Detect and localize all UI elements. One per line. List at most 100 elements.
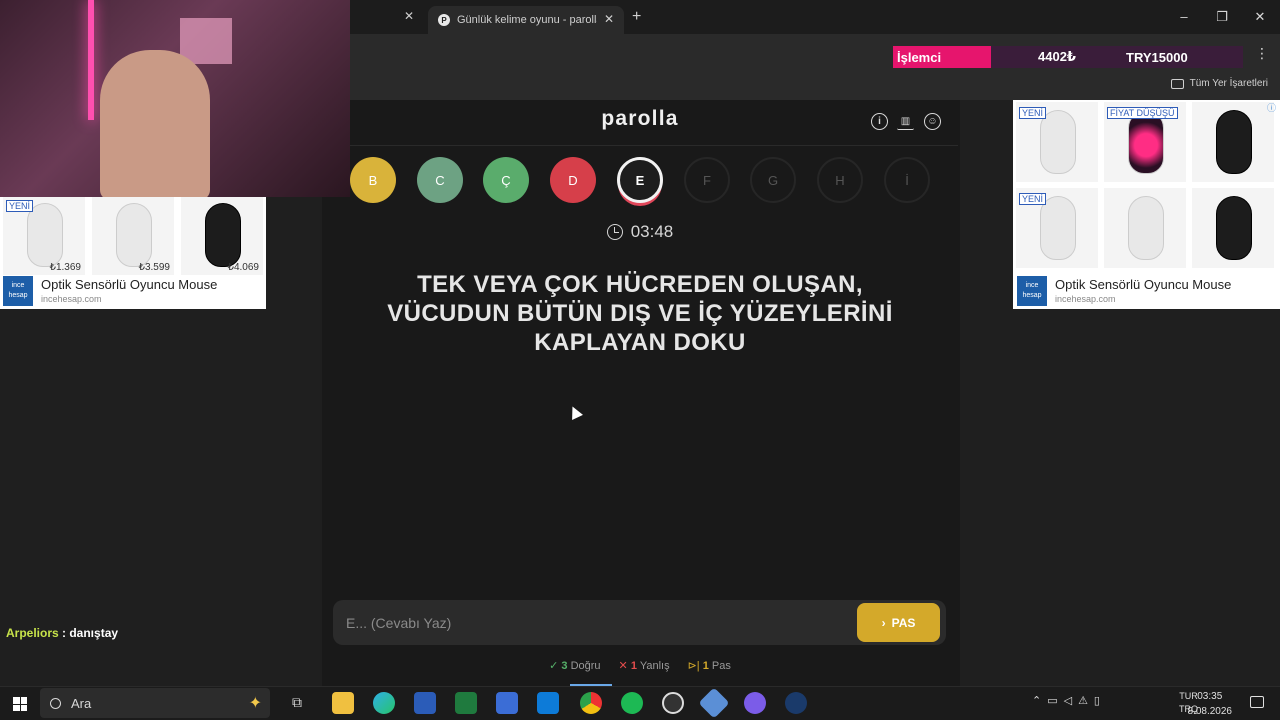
letter-1: B xyxy=(350,157,396,203)
ad-product[interactable]: YENİ ₺1.369 xyxy=(3,195,85,275)
banner-label: İşlemci xyxy=(897,49,942,65)
chevron-right-icon: › xyxy=(881,615,886,630)
parolla-favicon-icon: P xyxy=(438,14,450,26)
timer-value: 03:48 xyxy=(630,222,674,241)
ad-product[interactable]: ₺3.599 xyxy=(92,195,174,275)
maximize-icon[interactable]: ❐ xyxy=(1212,9,1232,25)
task-view-icon[interactable]: ⧉ xyxy=(292,694,302,711)
banner-price-2: TRY15000 xyxy=(1126,49,1188,65)
letter-7: G xyxy=(750,157,796,203)
chat-user: Arpeliors xyxy=(6,626,59,640)
mouse-image-icon xyxy=(1216,196,1252,260)
ad-title[interactable]: Optik Sensörlü Oyuncu Mouse xyxy=(41,277,217,292)
chat-text: : danıştay xyxy=(58,626,119,640)
header-divider xyxy=(322,145,958,146)
clock-icon xyxy=(606,224,623,240)
check-icon: ✓ xyxy=(549,660,559,672)
store-icon[interactable] xyxy=(537,692,559,714)
score-stats: ✓ 3 Doğru ✕ 1 Yanlış ⊳| 1 Pas xyxy=(322,659,958,672)
minimize-icon[interactable]: – xyxy=(1174,9,1194,24)
word-icon[interactable] xyxy=(414,692,436,714)
mouse-image-icon xyxy=(1040,110,1076,174)
correct-count: 3 xyxy=(561,660,568,672)
mouse-image-icon xyxy=(205,203,241,267)
steam-icon[interactable] xyxy=(785,692,807,714)
calculator-icon[interactable] xyxy=(496,692,518,714)
sparkle-icon: ✦ xyxy=(248,695,262,712)
mouse-image-icon xyxy=(1216,110,1252,174)
ad-product[interactable] xyxy=(1104,188,1186,268)
game-title: parolla xyxy=(601,107,679,130)
search-icon xyxy=(50,697,61,709)
info-icon[interactable]: i xyxy=(871,113,888,130)
ad-product[interactable]: YENİ xyxy=(1016,102,1098,182)
letter-4: D xyxy=(550,157,596,203)
price-banner[interactable]: İşlemci 4402₺ TRY15000 xyxy=(893,46,1243,68)
wrong-label: Yanlış xyxy=(639,660,670,672)
profile-icon[interactable]: ☺ xyxy=(924,113,941,130)
discord-icon[interactable] xyxy=(744,692,766,714)
active-app-indicator xyxy=(570,684,612,686)
stats-chart-icon[interactable]: ▥ xyxy=(897,113,914,130)
ad-product[interactable] xyxy=(1192,102,1274,182)
new-tab-icon[interactable]: + xyxy=(632,8,641,26)
stat-correct: ✓ 3 Doğru xyxy=(549,659,600,672)
wrong-count: 1 xyxy=(630,660,637,672)
neon-light xyxy=(88,0,94,120)
close-tab-icon[interactable]: ✕ xyxy=(604,12,614,26)
taskbar-clock[interactable]: 03:35 8.08.2026 xyxy=(1188,689,1233,719)
stat-wrong: ✕ 1 Yanlış xyxy=(619,659,670,672)
edge-icon[interactable] xyxy=(373,692,395,714)
ad-badge: YENİ xyxy=(6,200,34,212)
all-bookmarks[interactable]: Tüm Yer İşaretleri xyxy=(1170,78,1268,89)
pas-button[interactable]: › PAS xyxy=(857,603,940,642)
file-explorer-icon[interactable] xyxy=(332,692,354,714)
excel-icon[interactable] xyxy=(455,692,477,714)
timer: 03:48 xyxy=(322,222,958,242)
ad-product[interactable]: FİYAT DÜŞÜŞÜ xyxy=(1104,102,1186,182)
mouse-image-icon xyxy=(1128,110,1164,174)
letter-9: İ xyxy=(884,157,930,203)
ad-title[interactable]: Optik Sensörlü Oyuncu Mouse xyxy=(1055,277,1231,292)
streamer xyxy=(100,50,210,197)
ad-price: ₺4.069 xyxy=(227,262,259,273)
letter-6: F xyxy=(684,157,730,203)
browser-menu-icon[interactable]: ⋮ xyxy=(1255,45,1269,62)
system-tray-icons[interactable]: ⌃▭◁⚠▯ xyxy=(1032,694,1106,707)
ad-product[interactable] xyxy=(1192,188,1274,268)
chrome-icon[interactable] xyxy=(580,692,602,714)
tab-parolla[interactable]: P Günlük kelime oyunu - parolla ✕ xyxy=(428,6,624,34)
ad-left[interactable]: YENİ ₺1.369 ₺3.599 ₺4.069 ince hesap Opt… xyxy=(0,195,266,309)
ad-url[interactable]: incehesap.com xyxy=(1055,294,1116,304)
ad-product[interactable]: ₺4.069 xyxy=(181,195,263,275)
mouse-image-icon xyxy=(1128,196,1164,260)
mouse-image-icon xyxy=(116,203,152,267)
ad-badge: FİYAT DÜŞÜŞÜ xyxy=(1107,107,1178,119)
ad-price: ₺1.369 xyxy=(49,262,81,273)
answer-box xyxy=(333,600,946,645)
incehesap-logo: ince hesap xyxy=(3,276,33,306)
answer-input[interactable] xyxy=(333,600,853,645)
obs-icon[interactable] xyxy=(662,692,684,714)
pas-button-label: PAS xyxy=(891,615,916,630)
notification-icon[interactable] xyxy=(1250,696,1264,708)
mouse-image-icon xyxy=(1040,196,1076,260)
letter-3: Ç xyxy=(483,157,529,203)
skip-icon: ⊳| xyxy=(687,660,700,672)
ad-info-icon[interactable]: ⓘ xyxy=(1267,101,1276,114)
webcam-overlay xyxy=(0,0,350,197)
letter-2: C xyxy=(417,157,463,203)
windows-start-icon[interactable] xyxy=(13,697,27,711)
close-window-icon[interactable]: ✕ xyxy=(1250,9,1270,25)
bookmarks-bar xyxy=(350,68,1280,100)
ad-right[interactable]: YENİ FİYAT DÜŞÜŞÜ YENİ ince hesap Optik … xyxy=(1013,100,1280,309)
ad-url[interactable]: incehesap.com xyxy=(41,294,102,304)
tab-title: Günlük kelime oyunu - parolla xyxy=(457,14,597,26)
spotify-icon[interactable] xyxy=(621,692,643,714)
ad-badge: YENİ xyxy=(1019,193,1047,205)
taskbar-search[interactable]: Ara ✦ xyxy=(40,688,270,718)
close-prev-tab-icon[interactable]: ✕ xyxy=(404,9,414,23)
wall-poster xyxy=(180,18,232,64)
ad-product[interactable]: YENİ xyxy=(1016,188,1098,268)
banner-price-1: 4402₺ xyxy=(1038,49,1076,64)
